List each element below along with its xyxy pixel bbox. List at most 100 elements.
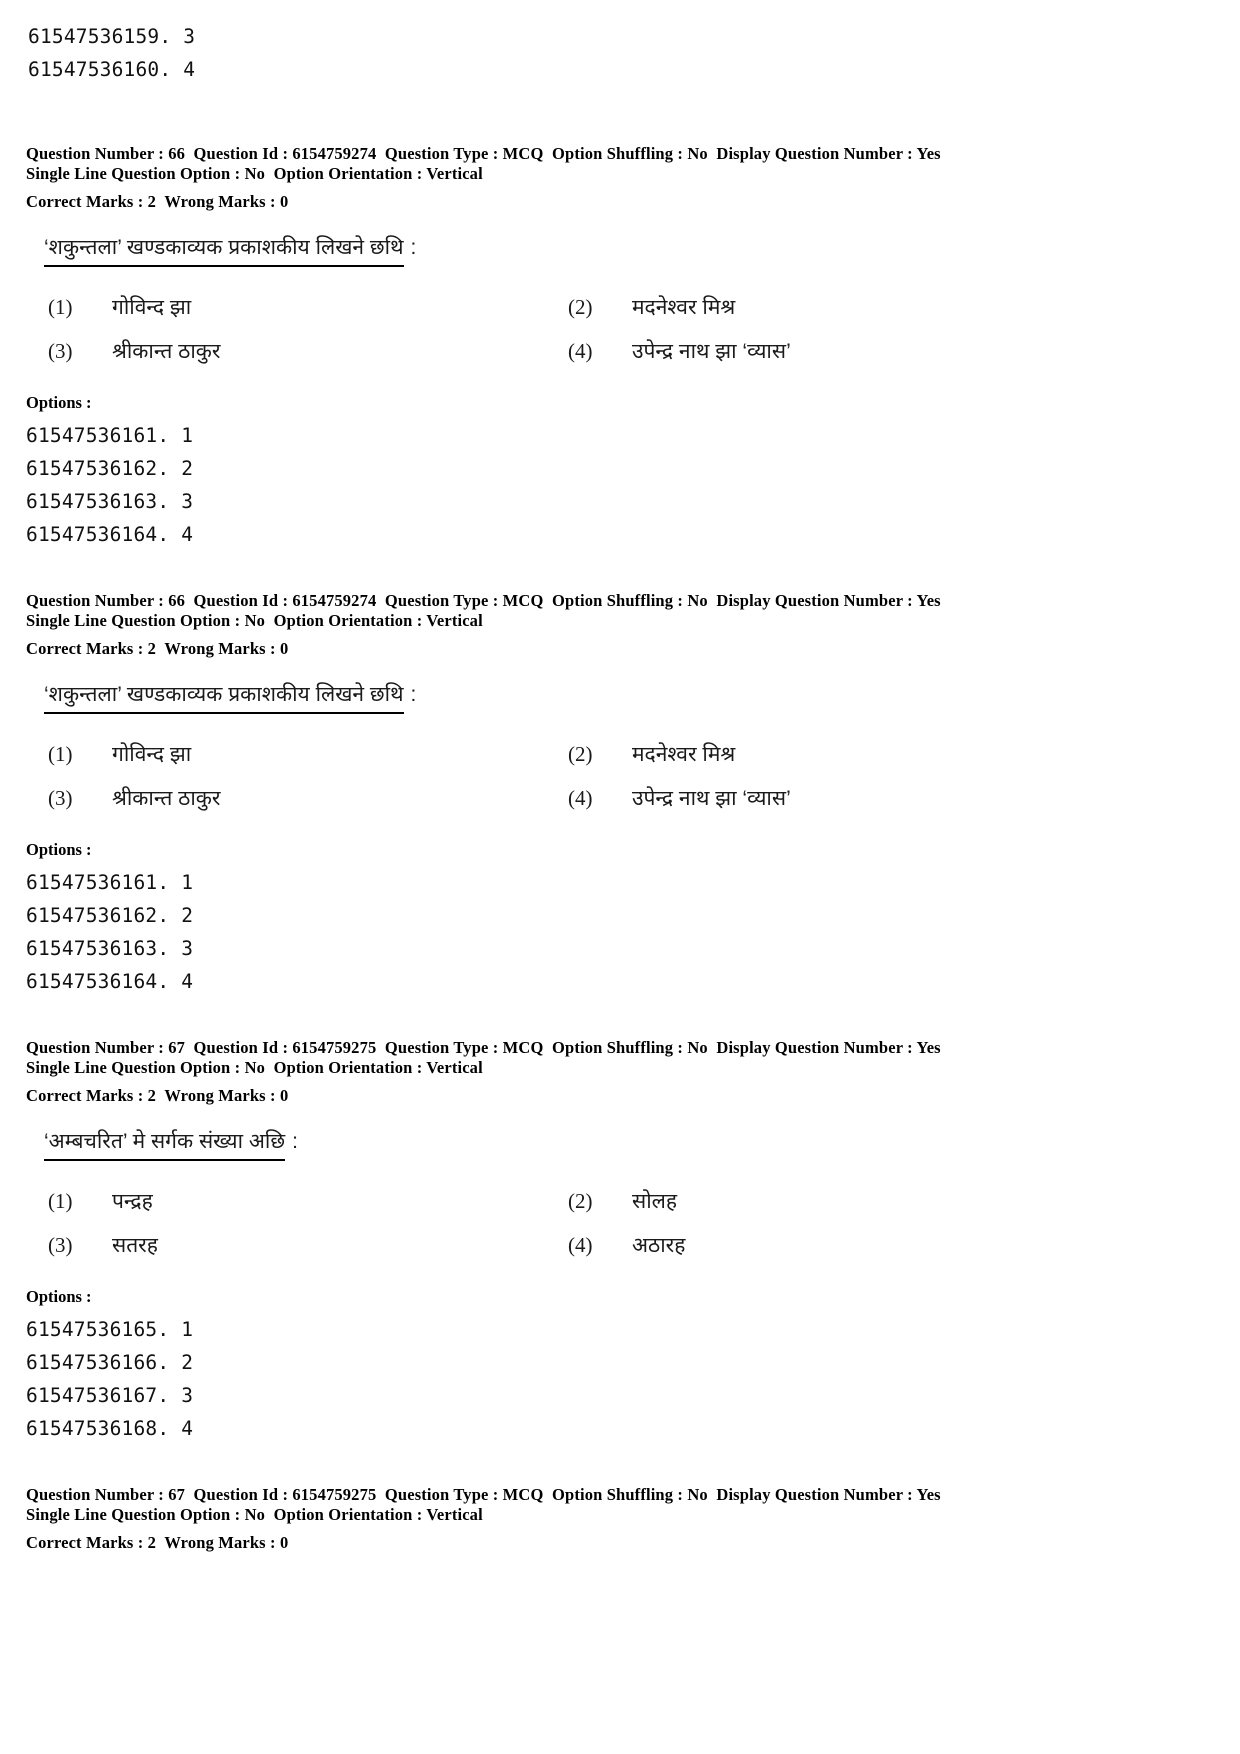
question-text-inner: ‘शकुन्तला’ खण्डकाव्यक प्रकाशकीय लिखने छथ…	[44, 681, 416, 718]
choice-number: (2)	[568, 742, 593, 766]
choice-number: (4)	[568, 339, 593, 363]
question-text: ‘अम्बचरित’ मे सर्गक संख्या अछि:	[44, 1128, 1214, 1165]
question-text-underlined: ‘अम्बचरित’ मे सर्गक संख्या अछि	[44, 1128, 286, 1161]
choice-2[interactable]: (2) सोलह	[568, 1187, 1088, 1215]
question-meta-line-1: Question Number : 67 Question Id : 61547…	[26, 1038, 941, 1057]
question-block: Question Number : 67 Question Id : 61547…	[26, 1038, 1214, 1445]
option-id-list: 61547536161. 1 61547536162. 2 6154753616…	[26, 866, 1214, 998]
question-meta-line-1: Question Number : 66 Question Id : 61547…	[26, 591, 941, 610]
question-text-inner: ‘शकुन्तला’ खण्डकाव्यक प्रकाशकीय लिखने छथ…	[44, 234, 416, 271]
choice-label: उपेन्द्र नाथ झा ‘व्यास’	[632, 787, 791, 810]
choice-label: सतरह	[112, 1234, 158, 1257]
option-id-line: 61547536163. 3	[26, 490, 194, 513]
choice-number: (3)	[48, 1233, 73, 1257]
choice-number: (3)	[48, 786, 73, 810]
choice-label: मदनेश्वर मिश्र	[632, 743, 736, 766]
choice-number: (4)	[568, 786, 593, 810]
choice-row: (1) गोविन्द झा (2) मदनेश्वर मिश्र	[48, 293, 1098, 321]
choice-1[interactable]: (1) पन्द्रह	[48, 1187, 568, 1215]
choice-1[interactable]: (1) गोविन्द झा	[48, 740, 568, 768]
choice-3[interactable]: (3) श्रीकान्त ठाकुर	[48, 337, 568, 365]
question-text-tail: :	[292, 1130, 298, 1153]
option-id-line: 61547536164. 4	[26, 970, 194, 993]
option-id-line: 61547536161. 1	[26, 424, 194, 447]
options-label: Options :	[26, 1287, 92, 1306]
choice-3[interactable]: (3) श्रीकान्त ठाकुर	[48, 784, 568, 812]
choice-4[interactable]: (4) उपेन्द्र नाथ झा ‘व्यास’	[568, 337, 1088, 365]
question-meta-line-1: Question Number : 66 Question Id : 61547…	[26, 144, 941, 163]
question-meta-marks: Correct Marks : 2 Wrong Marks : 0	[26, 639, 289, 658]
option-id-line: 61547536160. 4	[28, 58, 196, 81]
choice-number: (1)	[48, 742, 73, 766]
option-id-line: 61547536163. 3	[26, 937, 194, 960]
choice-label: मदनेश्वर मिश्र	[632, 296, 736, 319]
question-meta-line-1: Question Number : 67 Question Id : 61547…	[26, 1485, 941, 1504]
question-text-inner: ‘अम्बचरित’ मे सर्गक संख्या अछि:	[44, 1128, 298, 1165]
question-meta-marks: Correct Marks : 2 Wrong Marks : 0	[26, 1533, 289, 1552]
option-id-line: 61547536162. 2	[26, 904, 194, 927]
question-meta: Question Number : 67 Question Id : 61547…	[26, 1485, 1214, 1553]
choice-3[interactable]: (3) सतरह	[48, 1231, 568, 1259]
question-block: Question Number : 67 Question Id : 61547…	[26, 1485, 1214, 1553]
question-text: ‘शकुन्तला’ खण्डकाव्यक प्रकाशकीय लिखने छथ…	[44, 681, 1214, 718]
question-meta-line-2: Single Line Question Option : No Option …	[26, 1058, 483, 1077]
question-meta-line-2: Single Line Question Option : No Option …	[26, 1505, 483, 1524]
choice-label: श्रीकान्त ठाकुर	[112, 787, 221, 810]
choice-label: उपेन्द्र नाथ झा ‘व्यास’	[632, 340, 791, 363]
choice-number: (4)	[568, 1233, 593, 1257]
question-block: Question Number : 66 Question Id : 61547…	[26, 144, 1214, 551]
choice-number: (1)	[48, 295, 73, 319]
choice-number: (1)	[48, 1189, 73, 1213]
choice-2[interactable]: (2) मदनेश्वर मिश्र	[568, 740, 1088, 768]
choice-label: गोविन्द झा	[112, 296, 192, 319]
option-id-line: 61547536161. 1	[26, 871, 194, 894]
choice-2[interactable]: (2) मदनेश्वर मिश्र	[568, 293, 1088, 321]
question-text-tail: :	[410, 236, 417, 259]
question-text-tail: :	[410, 683, 417, 706]
choice-1[interactable]: (1) गोविन्द झा	[48, 293, 568, 321]
question-meta-marks: Correct Marks : 2 Wrong Marks : 0	[26, 192, 289, 211]
choice-number: (3)	[48, 339, 73, 363]
options-label: Options :	[26, 840, 92, 859]
choice-grid: (1) गोविन्द झा (2) मदनेश्वर मिश्र (3) श्…	[48, 293, 1098, 365]
option-id-line: 61547536164. 4	[26, 523, 194, 546]
question-text-underlined: ‘शकुन्तला’ खण्डकाव्यक प्रकाशकीय लिखने छथ…	[44, 234, 404, 267]
question-meta: Question Number : 66 Question Id : 61547…	[26, 591, 1214, 659]
options-label: Options :	[26, 393, 92, 412]
choice-grid: (1) पन्द्रह (2) सोलह (3) सतरह (4) अठारह	[48, 1187, 1098, 1259]
choice-label: पन्द्रह	[112, 1190, 153, 1213]
option-id-list: 61547536165. 1 61547536166. 2 6154753616…	[26, 1313, 1214, 1445]
question-meta: Question Number : 66 Question Id : 61547…	[26, 144, 1214, 212]
choice-label: गोविन्द झा	[112, 743, 192, 766]
question-meta-line-2: Single Line Question Option : No Option …	[26, 164, 483, 183]
choice-label: अठारह	[632, 1234, 686, 1257]
question-text-underlined: ‘शकुन्तला’ खण्डकाव्यक प्रकाशकीय लिखने छथ…	[44, 681, 404, 714]
choice-grid: (1) गोविन्द झा (2) मदनेश्वर मिश्र (3) श्…	[48, 740, 1098, 812]
question-text: ‘शकुन्तला’ खण्डकाव्यक प्रकाशकीय लिखने छथ…	[44, 234, 1214, 271]
choice-4[interactable]: (4) अठारह	[568, 1231, 1088, 1259]
question-meta-marks: Correct Marks : 2 Wrong Marks : 0	[26, 1086, 289, 1105]
choice-label: सोलह	[632, 1190, 678, 1213]
choice-4[interactable]: (4) उपेन्द्र नाथ झा ‘व्यास’	[568, 784, 1088, 812]
choice-row: (3) श्रीकान्त ठाकुर (4) उपेन्द्र नाथ झा …	[48, 784, 1098, 812]
option-id-line: 61547536168. 4	[26, 1417, 194, 1440]
choice-number: (2)	[568, 295, 593, 319]
question-block: Question Number : 66 Question Id : 61547…	[26, 591, 1214, 998]
choice-row: (1) पन्द्रह (2) सोलह	[48, 1187, 1098, 1215]
option-id-line: 61547536162. 2	[26, 457, 194, 480]
option-id-line: 61547536165. 1	[26, 1318, 194, 1341]
question-meta: Question Number : 67 Question Id : 61547…	[26, 1038, 1214, 1106]
choice-row: (3) सतरह (4) अठारह	[48, 1231, 1098, 1259]
choice-row: (1) गोविन्द झा (2) मदनेश्वर मिश्र	[48, 740, 1098, 768]
option-id-line: 61547536167. 3	[26, 1384, 194, 1407]
choice-row: (3) श्रीकान्त ठाकुर (4) उपेन्द्र नाथ झा …	[48, 337, 1098, 365]
option-id-line: 61547536166. 2	[26, 1351, 194, 1374]
option-id-list: 61547536161. 1 61547536162. 2 6154753616…	[26, 419, 1214, 551]
option-id-line: 61547536159. 3	[28, 25, 196, 48]
choice-label: श्रीकान्त ठाकुर	[112, 340, 221, 363]
question-meta-line-2: Single Line Question Option : No Option …	[26, 611, 483, 630]
